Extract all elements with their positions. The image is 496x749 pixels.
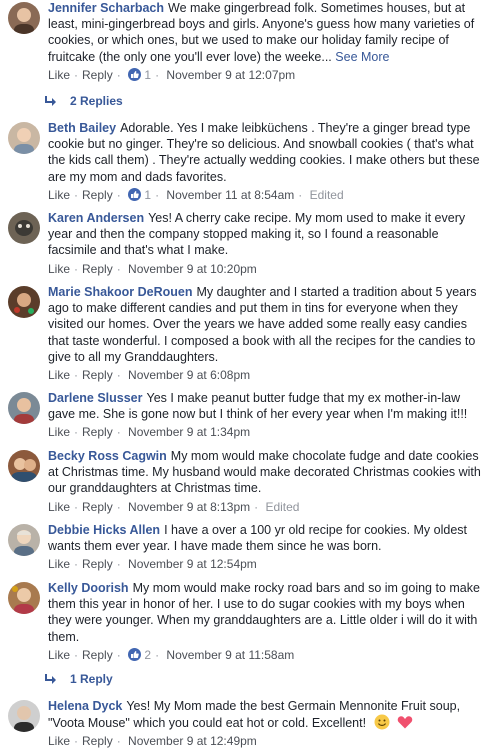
comment-author[interactable]: Jennifer Scharbach bbox=[48, 1, 164, 15]
comment-actions: Like · Reply · November 9 at 12:54pm bbox=[48, 557, 257, 572]
avatar-photo-icon bbox=[8, 582, 40, 614]
reply-arrow-icon bbox=[45, 674, 56, 684]
comment-actions: Like · Reply · 2 · November 9 at 11:58am bbox=[48, 647, 295, 662]
reply-button[interactable]: Reply bbox=[82, 648, 113, 662]
avatar-photo-icon bbox=[8, 700, 40, 732]
avatar[interactable] bbox=[8, 286, 40, 318]
edited-label[interactable]: Edited bbox=[310, 188, 344, 202]
comment-timestamp[interactable]: November 9 at 1:34pm bbox=[128, 425, 250, 439]
like-button[interactable]: Like bbox=[48, 648, 70, 662]
avatar[interactable] bbox=[8, 700, 40, 732]
like-reaction-icon[interactable] bbox=[128, 647, 142, 661]
heart-emoji-icon bbox=[397, 716, 413, 729]
comment-actions: Like · Reply · November 9 at 12:49pm bbox=[48, 734, 257, 749]
smile-emoji-icon bbox=[374, 714, 390, 730]
view-replies-link[interactable]: 2 Replies bbox=[44, 94, 123, 108]
reply-button[interactable]: Reply bbox=[82, 500, 113, 514]
like-reaction-icon[interactable] bbox=[128, 187, 142, 201]
avatar-photo-icon bbox=[8, 212, 40, 244]
avatar[interactable] bbox=[8, 392, 40, 424]
comment-author[interactable]: Karen Andersen bbox=[48, 211, 144, 225]
avatar-photo-icon bbox=[8, 524, 40, 556]
edited-label[interactable]: Edited bbox=[265, 500, 299, 514]
reply-button[interactable]: Reply bbox=[82, 557, 113, 571]
reply-button[interactable]: Reply bbox=[82, 188, 113, 202]
avatar-photo-icon bbox=[8, 2, 40, 34]
like-button[interactable]: Like bbox=[48, 68, 70, 82]
comment-author[interactable]: Becky Ross Cagwin bbox=[48, 449, 167, 463]
reply-button[interactable]: Reply bbox=[82, 68, 113, 82]
comment-timestamp[interactable]: November 9 at 11:58am bbox=[166, 648, 294, 662]
comment-timestamp[interactable]: November 9 at 10:20pm bbox=[128, 262, 257, 276]
avatar[interactable] bbox=[8, 122, 40, 154]
comment-actions: Like · Reply · November 9 at 10:20pm bbox=[48, 261, 257, 276]
reply-button[interactable]: Reply bbox=[82, 425, 113, 439]
reaction-count[interactable]: 1 bbox=[144, 188, 151, 202]
reaction-count[interactable]: 2 bbox=[144, 648, 151, 662]
like-button[interactable]: Like bbox=[48, 188, 70, 202]
comment-actions: Like · Reply · 1 · November 9 at 12:07pm bbox=[48, 67, 296, 82]
like-button[interactable]: Like bbox=[48, 368, 70, 382]
avatar-photo-icon bbox=[8, 450, 40, 482]
reply-button[interactable]: Reply bbox=[82, 262, 113, 276]
like-button[interactable]: Like bbox=[48, 734, 70, 748]
comment-timestamp[interactable]: November 9 at 12:49pm bbox=[128, 734, 257, 748]
comment-actions: Like · Reply · November 9 at 8:13pm · Edited bbox=[48, 499, 300, 514]
comment-actions: Like · Reply · November 9 at 6:08pm bbox=[48, 368, 251, 383]
avatar-photo-icon bbox=[8, 286, 40, 318]
replies-label[interactable]: 2 Replies bbox=[70, 94, 123, 108]
comment-timestamp[interactable]: November 11 at 8:54am bbox=[166, 188, 294, 202]
reply-arrow-icon bbox=[45, 96, 56, 106]
comment-actions: Like · Reply · 1 · November 11 at 8:54am · Ed… bbox=[48, 187, 344, 202]
avatar[interactable] bbox=[8, 212, 40, 244]
view-replies-link[interactable]: 1 Reply bbox=[44, 672, 113, 686]
comment-timestamp[interactable]: November 9 at 8:13pm bbox=[128, 500, 250, 514]
comment-author[interactable]: Kelly Doorish bbox=[48, 581, 129, 595]
avatar[interactable] bbox=[8, 524, 40, 556]
comment-timestamp[interactable]: November 9 at 6:08pm bbox=[128, 368, 250, 382]
like-button[interactable]: Like bbox=[48, 262, 70, 276]
reply-button[interactable]: Reply bbox=[82, 368, 113, 382]
comment-author[interactable]: Beth Bailey bbox=[48, 121, 116, 135]
reply-button[interactable]: Reply bbox=[82, 734, 113, 748]
see-more-link[interactable]: See More bbox=[335, 50, 389, 64]
avatar[interactable] bbox=[8, 450, 40, 482]
comment-author[interactable]: Helena Dyck bbox=[48, 699, 122, 713]
avatar[interactable] bbox=[8, 2, 40, 34]
avatar-photo-icon bbox=[8, 122, 40, 154]
like-button[interactable]: Like bbox=[48, 500, 70, 514]
like-button[interactable]: Like bbox=[48, 557, 70, 571]
comment-timestamp[interactable]: November 9 at 12:54pm bbox=[128, 557, 257, 571]
comment-author[interactable]: Marie Shakoor DeRouen bbox=[48, 285, 192, 299]
comment-timestamp[interactable]: November 9 at 12:07pm bbox=[166, 68, 295, 82]
comment-author[interactable]: Debbie Hicks Allen bbox=[48, 523, 160, 537]
avatar-photo-icon bbox=[8, 392, 40, 424]
like-button[interactable]: Like bbox=[48, 425, 70, 439]
like-reaction-icon[interactable] bbox=[128, 67, 142, 81]
avatar[interactable] bbox=[8, 582, 40, 614]
comment-author[interactable]: Darlene Slusser bbox=[48, 391, 143, 405]
comment-actions: Like · Reply · November 9 at 1:34pm bbox=[48, 425, 251, 440]
reaction-count[interactable]: 1 bbox=[144, 68, 151, 82]
replies-label[interactable]: 1 Reply bbox=[70, 672, 113, 686]
